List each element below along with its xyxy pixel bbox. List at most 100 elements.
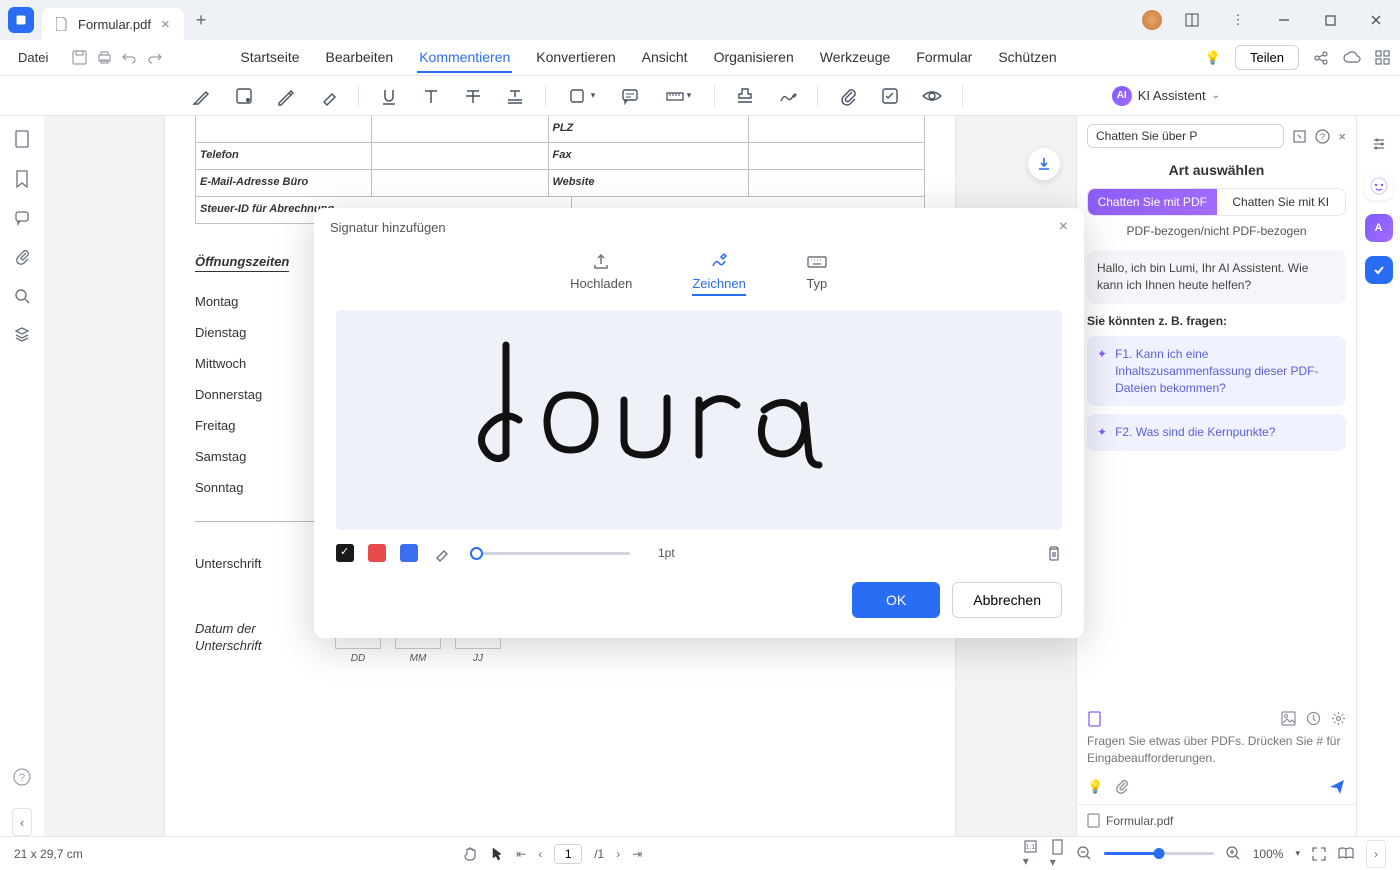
ai-tab-pdf[interactable]: Chatten Sie mit PDF — [1088, 189, 1217, 215]
attachments-panel-icon[interactable] — [15, 248, 29, 266]
menu-werkzeuge[interactable]: Werkzeuge — [818, 43, 893, 73]
bookmark-icon[interactable] — [15, 170, 29, 188]
document-tab[interactable]: Formular.pdf × — [42, 8, 184, 40]
prev-page-icon[interactable]: ‹ — [538, 847, 542, 861]
menu-file[interactable]: Datei — [10, 46, 56, 69]
color-red[interactable] — [368, 544, 386, 562]
ai-suggestion-2[interactable]: ✦F2. Was sind die Kernpunkte? — [1087, 414, 1346, 451]
ai-input[interactable] — [1087, 733, 1346, 765]
signature-canvas[interactable] — [336, 310, 1062, 530]
ai-suggestion-1[interactable]: ✦F1. Kann ich eine Inhaltszusammenfassun… — [1087, 336, 1346, 406]
collapse-left-icon[interactable]: ‹ — [12, 808, 32, 836]
menu-formular[interactable]: Formular — [914, 43, 974, 73]
cloud-upload-icon[interactable] — [1343, 51, 1361, 65]
eraser-icon[interactable] — [316, 84, 340, 108]
help-icon[interactable]: ? — [13, 768, 31, 786]
page-number-input[interactable] — [554, 844, 582, 864]
eye-icon[interactable] — [920, 84, 944, 108]
shape-icon[interactable]: ▾ — [564, 84, 600, 108]
menu-startseite[interactable]: Startseite — [238, 43, 301, 73]
menu-organisieren[interactable]: Organisieren — [712, 43, 796, 73]
modal-clear-icon[interactable] — [1046, 544, 1062, 562]
menu-kommentieren[interactable]: Kommentieren — [417, 43, 512, 73]
ai-image-icon[interactable] — [1281, 711, 1296, 727]
ai-mode-select[interactable]: Chatten Sie über P — [1087, 124, 1284, 148]
last-page-icon[interactable]: ⇥ — [632, 847, 642, 861]
attachment-icon[interactable] — [836, 84, 860, 108]
ai-attach-icon[interactable] — [1115, 779, 1129, 795]
ai-settings-icon[interactable] — [1331, 711, 1346, 727]
menu-ansicht[interactable]: Ansicht — [640, 43, 690, 73]
search-panel-icon[interactable] — [14, 288, 30, 304]
collapse-right-icon[interactable]: › — [1366, 840, 1386, 868]
note-box-icon[interactable] — [232, 84, 256, 108]
color-blue[interactable] — [400, 544, 418, 562]
strikethrough-icon[interactable] — [461, 84, 485, 108]
menu-schuetzen[interactable]: Schützen — [996, 43, 1058, 73]
comment-icon[interactable] — [618, 84, 642, 108]
ruler-icon[interactable]: ▾ — [660, 84, 696, 108]
stroke-width-slider[interactable] — [470, 552, 630, 555]
modal-ok-button[interactable]: OK — [852, 582, 940, 618]
print-icon[interactable] — [97, 50, 112, 65]
rail-check-icon[interactable] — [1365, 256, 1393, 284]
comments-panel-icon[interactable] — [14, 210, 30, 226]
rail-ai-badge-icon[interactable]: A — [1365, 214, 1393, 242]
minimize-icon[interactable] — [1268, 6, 1300, 34]
modal-cancel-button[interactable]: Abbrechen — [952, 582, 1062, 618]
menu-bearbeiten[interactable]: Bearbeiten — [324, 43, 396, 73]
modal-tab-type[interactable]: Typ — [806, 250, 828, 296]
modal-close-icon[interactable]: × — [1059, 218, 1068, 236]
stamp-icon[interactable] — [733, 84, 757, 108]
ai-help-icon[interactable]: ? — [1315, 129, 1330, 144]
more-icon[interactable]: ⋮ — [1222, 6, 1254, 34]
menu-konvertieren[interactable]: Konvertieren — [534, 43, 617, 73]
ai-history-icon[interactable] — [1306, 711, 1321, 727]
modal-eraser-icon[interactable] — [432, 544, 450, 562]
ai-expand-icon[interactable] — [1292, 129, 1307, 144]
ai-bulb-icon[interactable]: 💡 — [1087, 779, 1103, 795]
app-grid-icon[interactable] — [1375, 50, 1390, 65]
hand-tool-icon[interactable] — [463, 846, 478, 862]
window-panel-icon[interactable] — [1176, 6, 1208, 34]
first-page-icon[interactable]: ⇤ — [516, 847, 526, 861]
ai-assistant-button[interactable]: AI KI Assistent ⌄ — [1112, 86, 1220, 106]
close-window-icon[interactable] — [1360, 6, 1392, 34]
fit-page-icon[interactable]: 1:1▾ — [1023, 839, 1038, 868]
download-float-button[interactable] — [1028, 148, 1060, 180]
ai-send-icon[interactable] — [1328, 778, 1346, 796]
redo-icon[interactable] — [147, 50, 162, 65]
underline-icon[interactable] — [377, 84, 401, 108]
rail-sliders-icon[interactable] — [1365, 130, 1393, 158]
share-network-icon[interactable] — [1313, 50, 1329, 66]
app-logo[interactable] — [8, 7, 34, 33]
pencil-icon[interactable] — [274, 84, 298, 108]
undo-icon[interactable] — [122, 50, 137, 65]
ai-attached-file[interactable]: Formular.pdf — [1077, 804, 1356, 836]
save-icon[interactable] — [72, 50, 87, 65]
share-button[interactable]: Teilen — [1235, 45, 1299, 70]
view-mode-icon[interactable]: ▾ — [1050, 839, 1065, 869]
ai-tab-ki[interactable]: Chatten Sie mit KI — [1217, 189, 1346, 215]
modal-tab-draw[interactable]: Zeichnen — [692, 250, 745, 296]
modal-tab-upload[interactable]: Hochladen — [570, 250, 632, 296]
ai-doc-icon[interactable] — [1087, 711, 1102, 727]
fullscreen-icon[interactable] — [1312, 847, 1326, 861]
bulb-icon[interactable]: 💡 — [1205, 50, 1221, 66]
zoom-slider[interactable] — [1104, 852, 1214, 855]
user-avatar[interactable] — [1142, 10, 1162, 30]
text-icon[interactable] — [419, 84, 443, 108]
layers-icon[interactable] — [14, 326, 30, 342]
tab-add-icon[interactable]: + — [196, 10, 207, 31]
highlight-icon[interactable] — [190, 84, 214, 108]
maximize-icon[interactable] — [1314, 6, 1346, 34]
thumbnails-icon[interactable] — [14, 130, 30, 148]
zoom-in-icon[interactable] — [1226, 846, 1241, 861]
read-mode-icon[interactable] — [1338, 847, 1354, 860]
rail-ai-chat-icon[interactable] — [1365, 172, 1393, 200]
next-page-icon[interactable]: › — [616, 847, 620, 861]
tab-close-icon[interactable]: × — [161, 16, 170, 33]
select-tool-icon[interactable] — [490, 846, 504, 862]
color-black[interactable] — [336, 544, 354, 562]
signature-icon[interactable] — [775, 84, 799, 108]
